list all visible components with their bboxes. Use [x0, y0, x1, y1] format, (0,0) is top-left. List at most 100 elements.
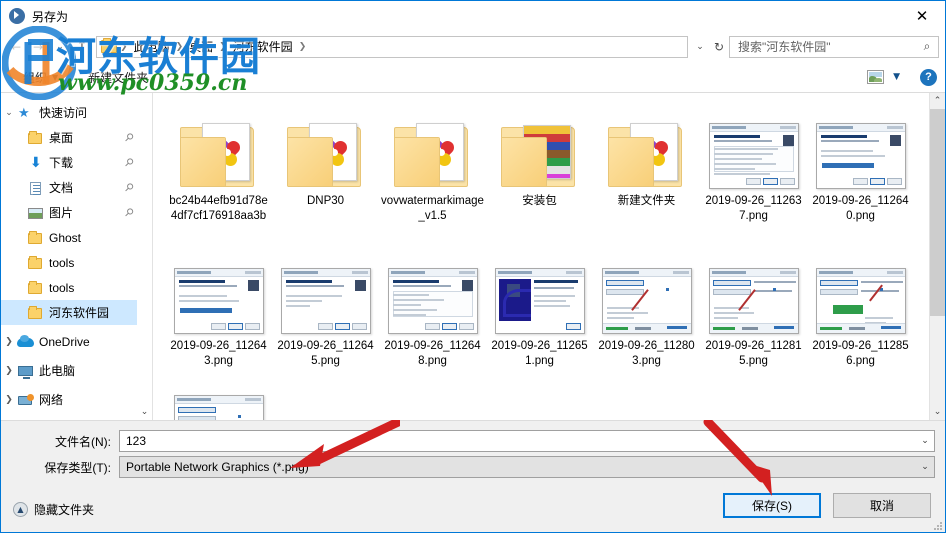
close-icon[interactable]: ✕ [899, 1, 945, 30]
sidebar-item-network[interactable]: ❯ 网络 [1, 387, 137, 412]
breadcrumb-item-2[interactable]: 河东软件园 [228, 37, 298, 57]
sidebar-item-onedrive[interactable]: ❯ OneDrive [1, 329, 137, 354]
chevron-right-icon[interactable]: ❯ [1, 366, 17, 376]
chevron-down-icon[interactable]: ⌄ [1, 108, 17, 118]
new-folder-button[interactable]: 新建文件夹 [80, 66, 156, 89]
list-item[interactable]: 2019-09-26_112648.png [379, 246, 486, 391]
chevron-right-icon[interactable]: ❯ [1, 395, 17, 405]
folder-thumbnail [493, 105, 587, 189]
file-list-scrollbar[interactable]: ⌃ ⌄ [929, 93, 945, 420]
up-arrow-icon[interactable]: ↑ [71, 36, 93, 58]
scroll-down-icon[interactable]: ⌄ [137, 404, 152, 420]
file-name: 2019-09-26_112648.png [384, 340, 481, 367]
image-thumbnail [814, 105, 908, 189]
address-bar: ← → ⌄ ↑ ❯ 此电脑 ❯ 桌面 ❯ 河东软件园 ❯ ⌄ ↻ 搜索"河东软件… [1, 31, 945, 62]
list-item[interactable]: bc24b44efb91d78e4df7cf176918aa3b [165, 101, 272, 246]
sidebar-item-this-pc[interactable]: ❯ 此电脑 [1, 358, 137, 383]
sidebar-item-hedong-software-park[interactable]: 河东软件园 [1, 300, 137, 325]
cancel-button[interactable]: 取消 [833, 493, 931, 518]
list-item[interactable]: 2019-09-26_112640.png [807, 101, 914, 246]
computer-icon [17, 363, 35, 379]
help-button[interactable]: ? [920, 68, 937, 86]
save-button[interactable]: 保存(S) [723, 493, 821, 518]
image-thumbnail [172, 395, 266, 420]
pin-icon[interactable]: ⚲ [122, 205, 137, 220]
list-item[interactable]: 2019-09-26_112803.png [593, 246, 700, 391]
list-item[interactable]: 2019-09-26_112815.png [700, 246, 807, 391]
pin-icon[interactable]: ⚲ [122, 180, 137, 195]
sidebar-item-label: 图片 [49, 206, 74, 220]
image-thumbnail [707, 105, 801, 189]
organize-button[interactable]: 组织 ▼ [15, 66, 66, 89]
scroll-up-icon[interactable]: ⌃ [930, 93, 945, 109]
breadcrumb[interactable]: ❯ 此电脑 ❯ 桌面 ❯ 河东软件园 ❯ [96, 35, 688, 58]
search-input[interactable]: 搜索"河东软件园" ⌕ [729, 35, 939, 58]
view-mode-chevron-down-icon[interactable]: ▼ [893, 72, 900, 82]
breadcrumb-separator: ❯ [175, 41, 184, 52]
scrollbar-track[interactable] [930, 109, 945, 404]
list-item[interactable]: 2019-09-26_112856.png [807, 246, 914, 391]
sidebar-item-tools-1[interactable]: tools [1, 250, 137, 275]
chevron-down-icon[interactable]: ⌄ [916, 462, 934, 472]
file-name: 2019-09-26_112640.png [812, 195, 909, 222]
back-arrow-icon[interactable]: ← [5, 36, 27, 58]
sidebar-item-quick-access[interactable]: ⌄ ★ 快速访问 [1, 100, 137, 125]
list-item[interactable]: 2019-09-26_112645.png [272, 246, 379, 391]
sidebar-item-label: 河东软件园 [49, 306, 110, 320]
file-list-pane[interactable]: bc24b44efb91d78e4df7cf176918aa3b DNP30 v… [153, 93, 945, 420]
hide-folders-toggle[interactable]: ▲ 隐藏文件夹 [13, 501, 94, 518]
dialog-buttons: 保存(S) 取消 [723, 493, 931, 518]
filetype-label: 保存类型(T): [44, 460, 111, 475]
breadcrumb-item-0[interactable]: 此电脑 [129, 37, 175, 57]
resize-grip[interactable] [933, 521, 942, 530]
sidebar-item-desktop[interactable]: 桌面 ⚲ [1, 125, 137, 150]
folder-thumbnail [172, 105, 266, 189]
folder-thumbnail [386, 105, 480, 189]
chevron-right-icon[interactable]: ❯ [1, 337, 17, 347]
chevron-down-icon[interactable]: ⌄ [916, 436, 934, 446]
folder-icon [27, 255, 45, 271]
sidebar-item-label: 文档 [49, 181, 74, 195]
list-item[interactable]: 新建文件夹 [593, 101, 700, 246]
list-item[interactable]: 2019-09-26_112651.png [486, 246, 593, 391]
sidebar-item-ghost[interactable]: Ghost [1, 225, 137, 250]
breadcrumb-separator: ❯ [120, 41, 128, 52]
filetype-select[interactable]: Portable Network Graphics (*.png) ⌄ [119, 456, 935, 478]
pin-icon[interactable]: ⚲ [122, 155, 137, 170]
folder-thumbnail [600, 105, 694, 189]
file-name: 2019-09-26_112645.png [277, 340, 374, 367]
command-toolbar: 组织 ▼ 新建文件夹 ▼ ? [1, 62, 945, 93]
breadcrumb-item-1[interactable]: 桌面 [184, 37, 218, 57]
address-dropdown-chevron-down-icon[interactable]: ⌄ [691, 42, 709, 52]
dialog-body: ⌄ ★ 快速访问 桌面 ⚲ ⬇ 下载 ⚲ 文档 ⚲ 图片 ⚲ Ghost too… [1, 93, 945, 420]
list-item[interactable]: 2019-09-26_112643.png [165, 246, 272, 391]
save-form: 文件名(N): 123 ⌄ 保存类型(T): Portable Network … [1, 420, 945, 532]
list-item[interactable]: vovwatermarkimage_v1.5 [379, 101, 486, 246]
save-as-dialog: 另存为 ✕ ← → ⌄ ↑ ❯ 此电脑 ❯ 桌面 ❯ 河东软件园 ❯ ⌄ ↻ 搜… [0, 0, 946, 533]
list-item[interactable]: DNP30 [272, 101, 379, 246]
sidebar-item-documents[interactable]: 文档 ⚲ [1, 175, 137, 200]
organize-label: 组织 [23, 70, 48, 85]
navigation-scrollbar[interactable]: ⌄ [137, 93, 152, 420]
search-placeholder: 搜索"河东软件园" [738, 40, 831, 54]
sidebar-item-tools-2[interactable]: tools [1, 275, 137, 300]
file-name: bc24b44efb91d78e4df7cf176918aa3b [169, 195, 268, 222]
image-thumbnail [707, 250, 801, 334]
scrollbar-thumb[interactable] [930, 109, 945, 316]
filename-row: 文件名(N): 123 ⌄ [11, 430, 935, 452]
sidebar-item-downloads[interactable]: ⬇ 下载 ⚲ [1, 150, 137, 175]
sidebar-item-pictures[interactable]: 图片 ⚲ [1, 200, 137, 225]
list-item[interactable]: 安装包 [486, 101, 593, 246]
scroll-down-icon[interactable]: ⌄ [930, 404, 945, 420]
view-mode-icon[interactable] [867, 70, 885, 84]
pin-icon[interactable]: ⚲ [122, 130, 137, 145]
filename-input[interactable]: 123 ⌄ [119, 430, 935, 452]
forward-arrow-icon[interactable]: → [27, 36, 49, 58]
chevron-down-icon[interactable]: ⌄ [49, 36, 71, 58]
file-name: 2019-09-26_112637.png [705, 195, 802, 222]
refresh-icon[interactable]: ↻ [709, 40, 729, 54]
list-item[interactable] [165, 391, 272, 420]
image-thumbnail [814, 250, 908, 334]
list-item[interactable]: 2019-09-26_112637.png [700, 101, 807, 246]
app-icon [9, 8, 25, 24]
